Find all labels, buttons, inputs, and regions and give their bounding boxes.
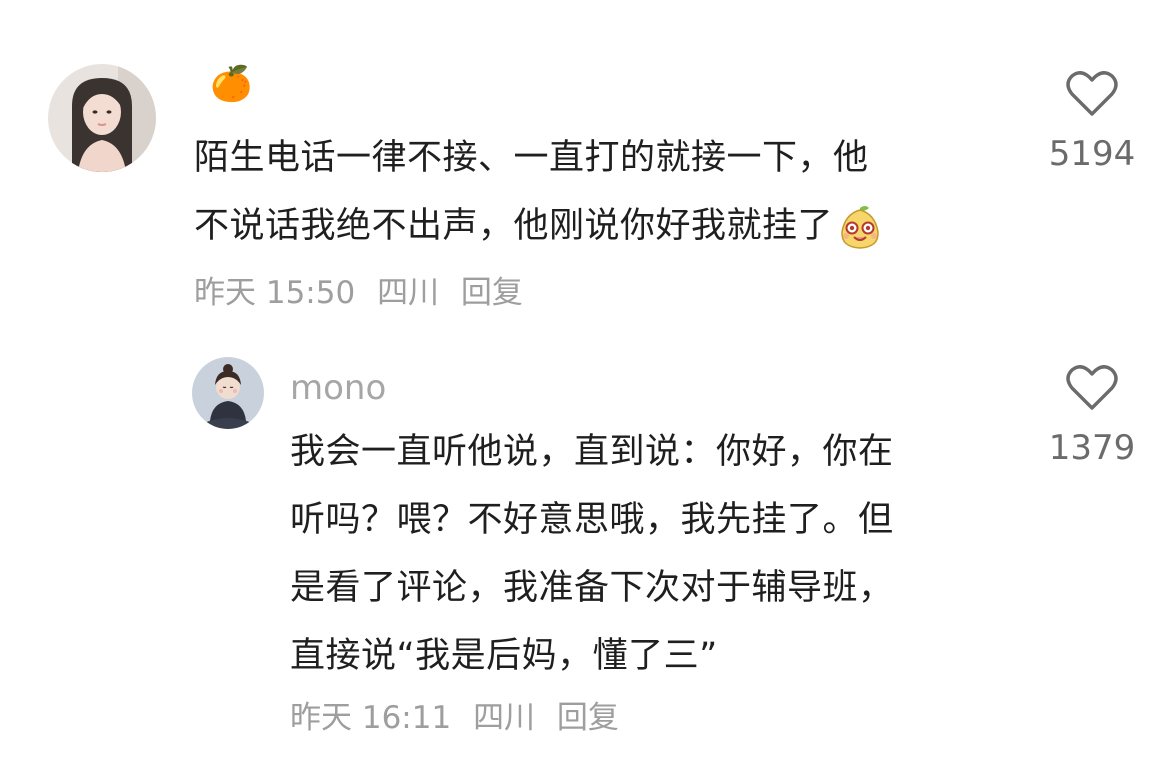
comment-line: 我会一直听他说，直到说：你好，你在	[290, 432, 894, 472]
comment-line: 不说话我绝不出声，他刚说你好我就挂了	[194, 192, 1004, 260]
comment-text: 我会一直听他说，直到说：你好，你在 听吗？喂？不好意思哦，我先挂了。但 是看了评…	[290, 418, 1010, 690]
username[interactable]: 🍊	[210, 64, 252, 104]
heart-outline-icon[interactable]	[1066, 70, 1118, 118]
reply-button[interactable]: 回复	[461, 275, 523, 311]
smiling-pear-emoji-icon	[841, 206, 879, 249]
comment-line: 直接说“我是后妈，懂了三”	[290, 636, 718, 676]
comment-line: 听吗？喂？不好意思哦，我先挂了。但	[290, 500, 894, 540]
comment-line: 陌生电话一律不接、一直打的就接一下，他	[194, 138, 869, 178]
like-block: 1379	[1032, 364, 1152, 468]
reply-button[interactable]: 回复	[557, 700, 619, 736]
comment-location: 四川	[473, 700, 536, 736]
comment-meta: 昨天 16:11 四川 回复	[290, 698, 619, 738]
comment-location: 四川	[377, 275, 440, 311]
username[interactable]: mono	[290, 368, 386, 408]
avatar[interactable]	[48, 64, 156, 172]
heart-outline-icon[interactable]	[1066, 364, 1118, 412]
comment-time: 昨天 15:50	[194, 275, 356, 311]
comment-line: 是看了评论，我准备下次对于辅导班，	[290, 568, 894, 608]
comment-time: 昨天 16:11	[290, 700, 452, 736]
comment-meta: 昨天 15:50 四川 回复	[194, 273, 523, 313]
avatar[interactable]	[192, 357, 264, 429]
like-count: 1379	[1048, 428, 1136, 468]
comment-line-text: 不说话我绝不出声，他刚说你好我就挂了	[194, 206, 834, 246]
comment-text: 陌生电话一律不接、一直打的就接一下，他 不说话我绝不出声，他刚说你好我就挂了	[194, 124, 1004, 260]
like-count: 5194	[1048, 134, 1136, 174]
like-block: 5194	[1032, 70, 1152, 174]
